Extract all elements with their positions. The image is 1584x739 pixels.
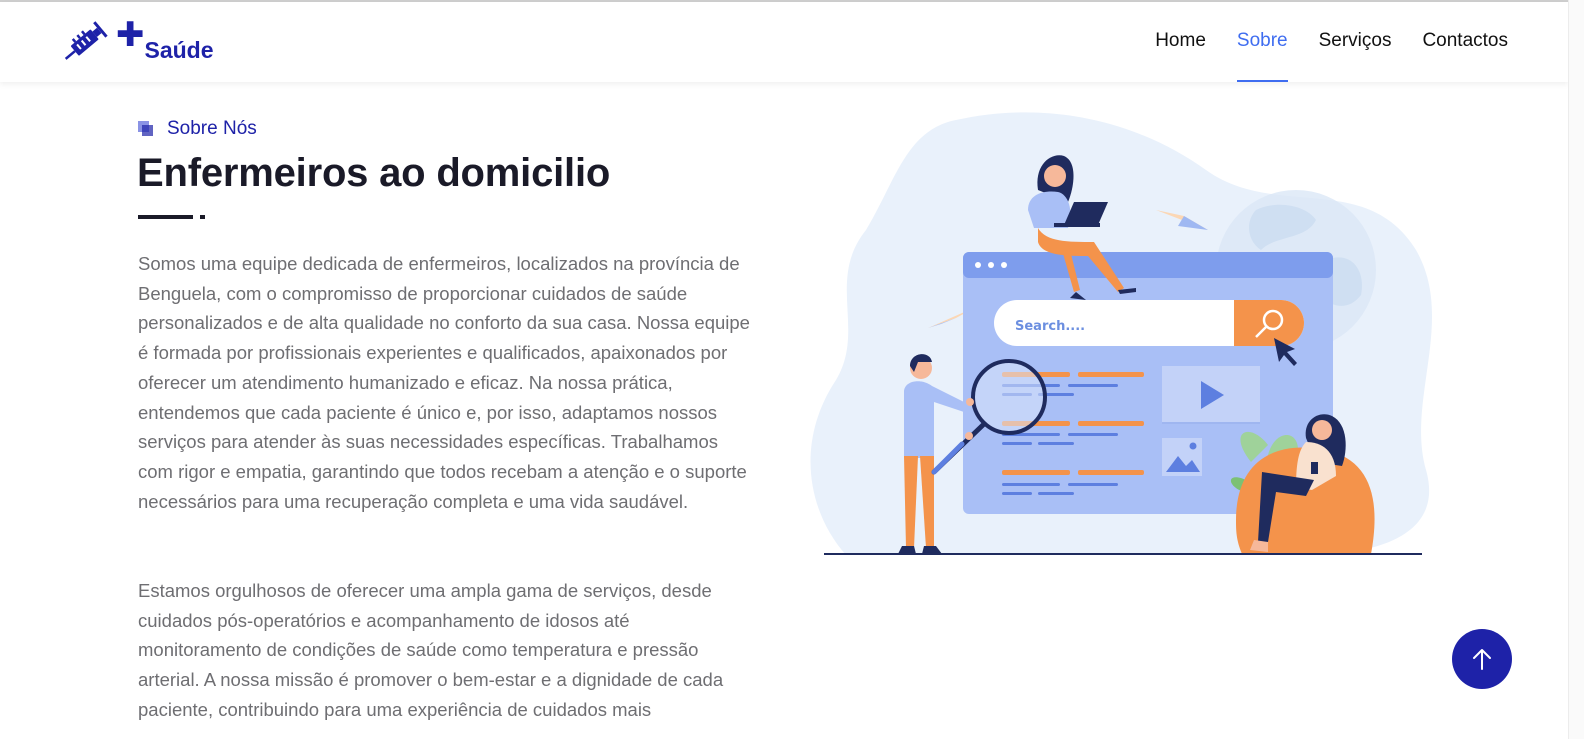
illustration-search-text: Search.... [1015,319,1085,334]
site-logo[interactable]: ✚ Saúde [58,14,214,70]
back-to-top-button[interactable] [1452,629,1512,689]
brand-name: Saúde [144,37,214,63]
arrow-up-icon [1473,649,1491,670]
site-header: ✚ Saúde Home Sobre Serviços Contactos [0,2,1568,82]
section-label-text: Sobre Nós [167,118,257,139]
section-label: Sobre Nós [138,118,257,140]
nav-home[interactable]: Home [1155,2,1206,82]
main-nav: Home Sobre Serviços Contactos [1124,2,1508,82]
syringe-icon [64,21,108,60]
search-illustration: Search.... [810,112,1433,555]
nav-servicos[interactable]: Serviços [1319,2,1392,82]
squares-icon [138,121,154,137]
plus-icon: ✚ [116,16,145,54]
nav-sobre[interactable]: Sobre [1236,2,1288,82]
about-paragraph-2: Estamos orgulhosos de oferecer uma ampla… [138,580,724,720]
page-title: Enfermeiros ao domicilio [137,151,611,195]
about-paragraph-1: Somos uma equipe dedicada de enfermeiros… [138,253,750,512]
page-scrollbar[interactable] [1568,0,1584,739]
nav-contactos[interactable]: Contactos [1422,2,1508,82]
